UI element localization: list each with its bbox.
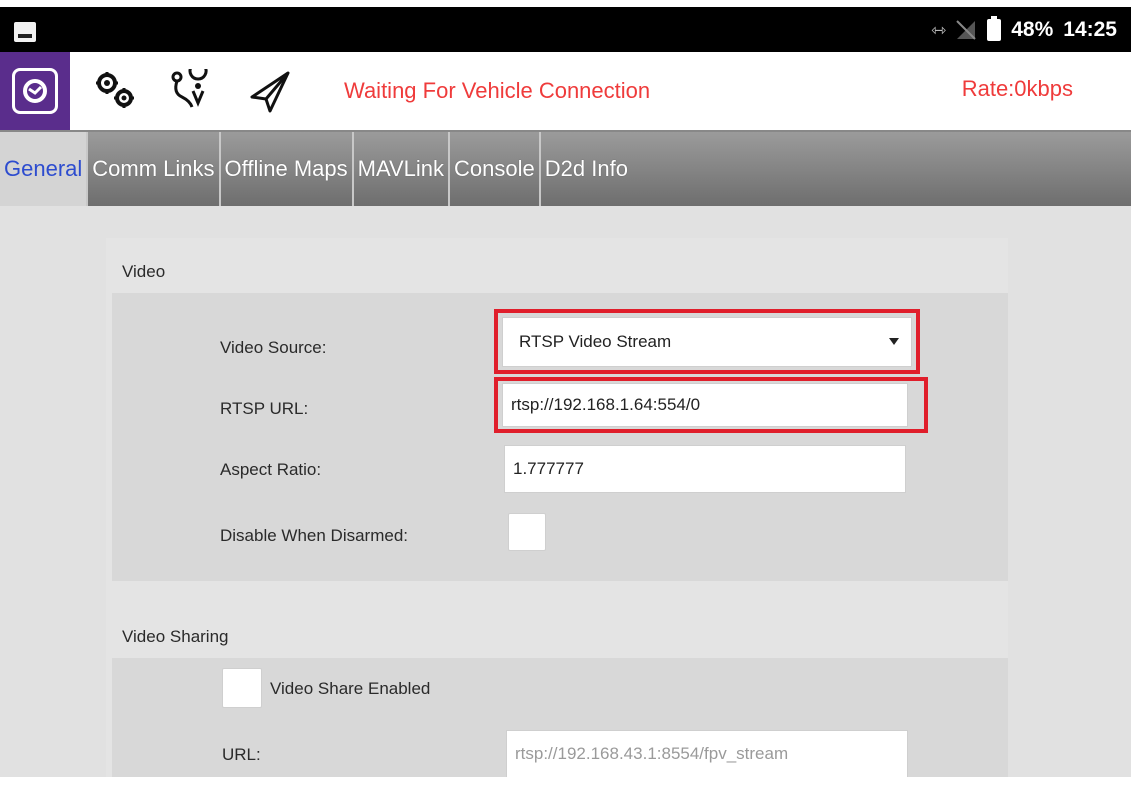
content-bottom-edge <box>0 777 1131 799</box>
disable-when-disarmed-checkbox[interactable] <box>508 513 546 551</box>
clock-time: 14:25 <box>1063 18 1117 41</box>
video-section-title: Video <box>122 262 166 281</box>
share-url-label: URL: <box>222 745 261 764</box>
data-rate: Rate:0kbps <box>961 76 1073 101</box>
no-signal-icon <box>955 19 977 41</box>
rtsp-url-value: rtsp://192.168.1.64:554/0 <box>511 395 701 414</box>
plan-route-icon[interactable] <box>166 68 216 114</box>
video-source-dropdown[interactable]: RTSP Video Stream <box>502 317 912 367</box>
general-settings-panel: Video Video Source: RTSP Video Stream RT… <box>106 238 1008 782</box>
tab-mavlink[interactable]: MAVLink <box>354 132 451 206</box>
tab-offline-maps[interactable]: Offline Maps <box>221 132 354 206</box>
battery-icon <box>987 16 1002 41</box>
tab-console[interactable]: Console <box>450 132 541 206</box>
aspect-ratio-input[interactable]: 1.777777 <box>504 445 906 493</box>
tab-general[interactable]: General <box>0 132 89 206</box>
aspect-ratio-label: Aspect Ratio: <box>220 460 322 479</box>
video-source-value: RTSP Video Stream <box>519 332 672 351</box>
tab-d2d-info[interactable]: D2d Info <box>541 132 632 206</box>
battery-percent: 48% <box>1011 18 1054 41</box>
system-status-bar: ⇿ 48% 14:25 <box>0 7 1131 52</box>
image-notification-icon <box>14 22 36 42</box>
video-share-enabled-label: Video Share Enabled <box>270 679 431 698</box>
video-source-label: Video Source: <box>220 338 327 357</box>
tab-comm-links[interactable]: Comm Links <box>88 132 221 206</box>
rtsp-url-input[interactable]: rtsp://192.168.1.64:554/0 <box>502 383 908 427</box>
rtsp-url-label: RTSP URL: <box>220 399 309 418</box>
chevron-down-icon <box>889 338 899 345</box>
video-settings-group: Video Source: RTSP Video Stream RTSP URL… <box>112 293 1008 581</box>
video-sharing-group: Video Share Enabled URL: rtsp://192.168.… <box>112 658 1008 782</box>
connection-status: Waiting For Vehicle Connection <box>344 78 651 103</box>
video-sharing-section-title: Video Sharing <box>122 627 229 646</box>
share-url-placeholder: rtsp://192.168.43.1:8554/fpv_stream <box>515 744 789 763</box>
aspect-ratio-value: 1.777777 <box>513 459 584 478</box>
app-toolbar: Waiting For Vehicle Connection Rate:0kbp… <box>0 52 1131 130</box>
share-url-input[interactable]: rtsp://192.168.43.1:8554/fpv_stream <box>506 730 908 778</box>
settings-tab-bar: General Comm Links Offline Maps MAVLink … <box>0 130 1131 206</box>
app-logo-icon[interactable] <box>0 52 70 130</box>
fly-paper-plane-icon[interactable] <box>246 68 296 114</box>
disable-when-disarmed-label: Disable When Disarmed: <box>220 526 409 545</box>
settings-content: Video Video Source: RTSP Video Stream RT… <box>0 206 1131 799</box>
status-bar-right: ⇿ 48% 14:25 <box>931 16 1117 44</box>
data-arrows-icon: ⇿ <box>931 19 946 41</box>
video-share-enabled-checkbox[interactable] <box>222 668 262 708</box>
settings-gears-icon[interactable] <box>90 68 140 114</box>
